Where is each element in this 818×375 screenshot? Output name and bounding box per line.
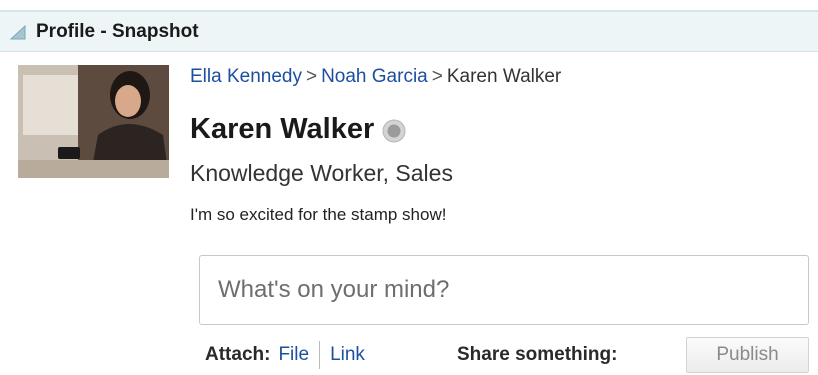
breadcrumb-item-current: Karen Walker: [446, 66, 562, 87]
breadcrumb-item-ella-kennedy[interactable]: Ella Kennedy: [190, 66, 302, 87]
attach-row: Attach: File Link: [205, 340, 365, 370]
profile-name: Karen Walker: [190, 113, 375, 145]
post-input[interactable]: [199, 255, 809, 325]
panel-title: Profile - Snapshot: [36, 20, 199, 42]
breadcrumb: Ella Kennedy > Noah Garcia > Karen Walker: [190, 66, 561, 88]
avatar[interactable]: [18, 65, 169, 178]
attach-label: Attach:: [205, 344, 271, 365]
presence-offline-icon: [382, 118, 406, 142]
panel-header: Profile - Snapshot: [0, 10, 818, 52]
publish-button[interactable]: Publish: [686, 337, 809, 373]
attach-file-link[interactable]: File: [278, 344, 309, 366]
share-label: Share something:: [457, 344, 618, 365]
link-divider: [319, 341, 321, 369]
breadcrumb-separator: >: [305, 66, 318, 87]
status-message: I'm so excited for the stamp show!: [190, 205, 447, 224]
attach-link-link[interactable]: Link: [330, 344, 365, 366]
job-title: Knowledge Worker, Sales: [190, 160, 453, 186]
profile-name-row: Karen Walker: [190, 113, 406, 146]
breadcrumb-item-noah-garcia[interactable]: Noah Garcia: [321, 66, 428, 87]
collapse-triangle-icon[interactable]: [8, 22, 28, 42]
breadcrumb-separator: >: [431, 66, 443, 87]
